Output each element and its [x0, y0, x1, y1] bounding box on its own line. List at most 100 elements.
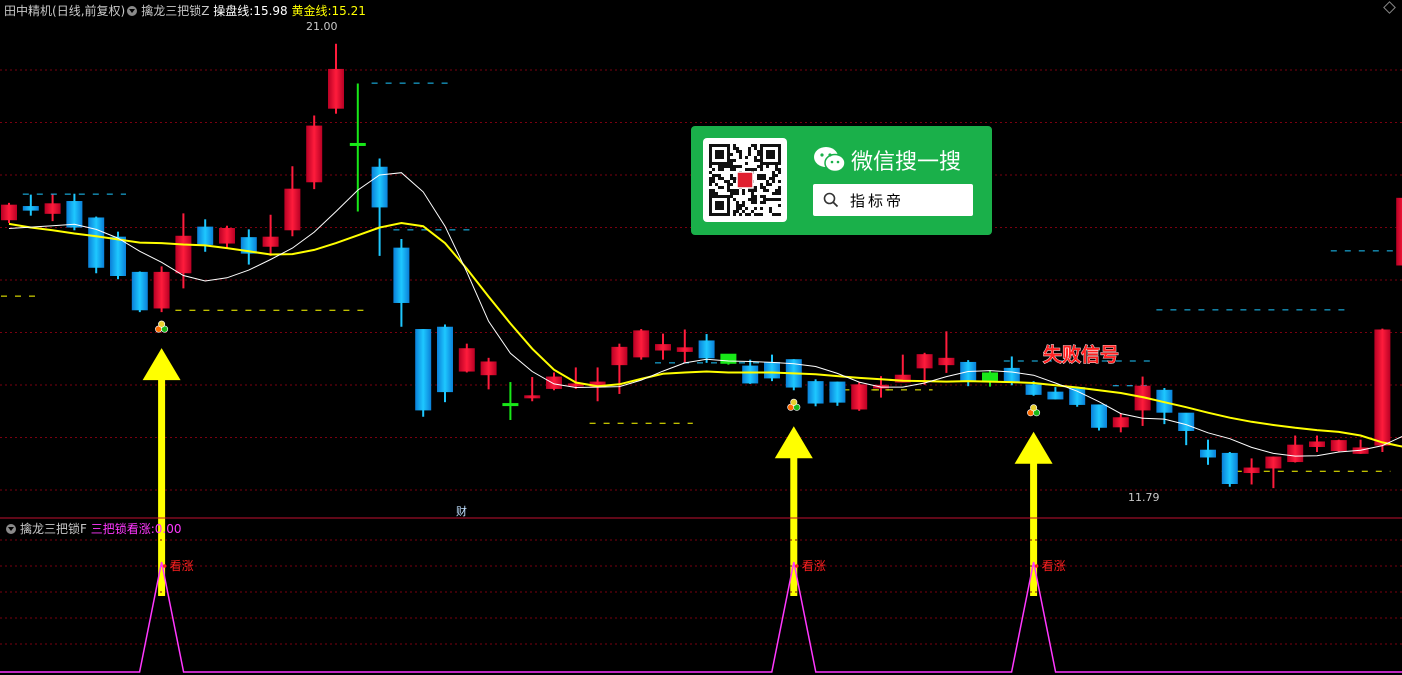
candle-body: [676, 347, 693, 352]
candle-body: [720, 353, 737, 364]
candle-body: [1200, 449, 1216, 458]
candlestick: [698, 334, 715, 363]
wechat-ad-banner[interactable]: 微信搜一搜 指标帝: [691, 126, 992, 235]
candlestick: [1, 202, 17, 223]
sub-indicator-name[interactable]: 擒龙三把锁F: [20, 522, 87, 536]
candlestick: [633, 329, 650, 360]
candle-body: [393, 247, 410, 303]
candlestick: [284, 166, 301, 237]
failure-signal-label: 失败信号: [1043, 343, 1119, 366]
ad-title: 微信搜一搜: [851, 150, 962, 175]
candle-body: [1287, 444, 1304, 463]
candle-body: [829, 381, 846, 403]
candle-body: [306, 125, 323, 183]
candlestick: [219, 225, 235, 249]
candlestick: [1091, 404, 1107, 431]
signal-indicator-line: [0, 561, 1402, 673]
candle-body: [524, 395, 541, 399]
candlestick: [676, 329, 693, 363]
signal-label: 三把锁看涨:: [90, 522, 155, 536]
candle-body: [1112, 417, 1129, 428]
wechat-icon: [814, 147, 846, 173]
candle-body: [1221, 452, 1238, 484]
candle-body: [611, 346, 628, 366]
candlestick: [1396, 197, 1402, 266]
signal-coin-icon: [787, 398, 801, 411]
candle-body: [938, 357, 955, 366]
candlestick: [807, 379, 824, 407]
candlestick: [240, 229, 257, 265]
period-label[interactable]: (日线,前复权): [52, 4, 125, 18]
candlestick: [437, 324, 453, 403]
candlestick: [938, 331, 955, 373]
candlestick: [153, 266, 170, 313]
candle-body: [44, 203, 61, 214]
candlestick: [546, 372, 562, 391]
candlestick: [1112, 413, 1129, 433]
candlestick: [829, 381, 846, 406]
candle-body: [655, 344, 671, 351]
line1-value: 15.98: [253, 4, 288, 18]
indicator-name[interactable]: 擒龙三把锁Z: [141, 4, 209, 18]
candlestick: [764, 354, 780, 382]
candle-body: [698, 340, 715, 359]
price-low-label: 11.79: [1128, 491, 1160, 504]
qr-code-frame: [703, 138, 787, 222]
qr-logo: [736, 171, 754, 189]
candlestick: [655, 333, 671, 360]
line2-value: 15.21: [331, 4, 366, 18]
candle-body: [66, 201, 83, 228]
signal-coin-icon: [155, 320, 169, 333]
candle-body: [1003, 367, 1020, 383]
financial-report-marker[interactable]: 财: [456, 504, 467, 518]
candle-body: [1330, 440, 1347, 452]
candlesticks: [1, 43, 1402, 489]
candlestick: [262, 214, 279, 256]
candlestick: [1047, 387, 1064, 400]
candlestick: [1069, 386, 1086, 407]
candle-body: [197, 226, 214, 245]
candlestick: [1178, 412, 1195, 446]
sub-chart-header: 擒龙三把锁F 三把锁看涨:0.00: [4, 520, 182, 537]
candle-body: [371, 166, 388, 208]
candle-body: [916, 354, 933, 369]
candlestick: [1265, 456, 1282, 489]
signal-dot: [162, 564, 167, 568]
candlestick: [131, 271, 148, 313]
signal-coin-icon: [1027, 404, 1041, 417]
candle-body: [110, 236, 126, 276]
candle-body: [284, 188, 301, 231]
candle-body: [633, 330, 650, 358]
candle-body: [1, 204, 17, 221]
candle-body: [1025, 384, 1042, 395]
candle-body: [328, 68, 344, 109]
kline-chart[interactable]: 看涨 看涨 看涨 21.00 11.79 财 失败信号: [0, 0, 1402, 675]
candle-body: [546, 376, 562, 389]
candlestick: [371, 158, 388, 256]
candlestick: [328, 43, 344, 114]
candlestick: [458, 343, 475, 373]
dropdown-icon[interactable]: [6, 524, 16, 534]
stock-name[interactable]: 田中精机: [4, 4, 52, 18]
candlestick: [480, 357, 497, 390]
candle-body: [349, 142, 366, 146]
candle-body: [742, 365, 759, 384]
signal-dot: [1034, 564, 1039, 568]
candlestick: [415, 329, 432, 417]
candle-body: [1091, 404, 1107, 428]
line1-label: 操盘线:: [213, 4, 254, 18]
candle-body: [262, 236, 279, 247]
dropdown-icon[interactable]: [127, 6, 138, 16]
ad-search-text: 指标帝: [850, 192, 905, 210]
candlestick: [1352, 439, 1369, 454]
candlestick: [1200, 439, 1216, 465]
candlestick: [720, 353, 737, 365]
candle-body: [175, 235, 192, 274]
candlestick: [1374, 328, 1391, 452]
candlestick: [982, 370, 998, 387]
candle-body: [415, 329, 432, 411]
qr-code-icon: [709, 144, 781, 216]
candlestick: [502, 382, 519, 420]
candlestick: [524, 377, 541, 402]
ad-search-box[interactable]: 指标帝: [813, 184, 973, 216]
